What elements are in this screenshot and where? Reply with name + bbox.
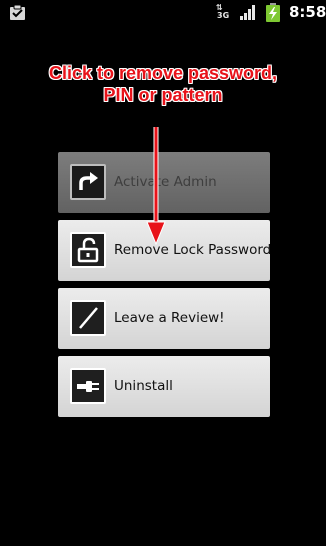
annotation-line-2: PIN or pattern — [103, 85, 223, 105]
uninstall-button[interactable]: Uninstall — [58, 356, 270, 417]
status-bar: ⇅ 3G 8:58 — [0, 0, 326, 25]
remove-lock-password-label: Remove Lock Password — [114, 242, 272, 258]
leave-review-label: Leave a Review! — [114, 310, 225, 326]
battery-charging-icon — [266, 3, 280, 22]
network-type-label: 3G — [217, 11, 230, 20]
data-transfer-icon: ⇅ 3G — [216, 3, 230, 20]
signal-icon — [240, 5, 255, 20]
unlock-padlock-icon — [70, 232, 106, 268]
uninstall-label: Uninstall — [114, 378, 173, 394]
status-time: 8:58 — [289, 3, 326, 21]
leave-review-button[interactable]: Leave a Review! — [58, 288, 270, 349]
activate-arrow-icon — [70, 164, 106, 200]
annotation-line-1: Click to remove password, — [48, 63, 278, 83]
annotation-callout: Click to remove password, PIN or pattern — [0, 62, 326, 106]
annotation-arrow-icon — [146, 127, 166, 245]
unplug-icon — [70, 368, 106, 404]
notification-clipboard-icon[interactable] — [9, 4, 26, 21]
pen-slash-icon — [70, 300, 106, 336]
